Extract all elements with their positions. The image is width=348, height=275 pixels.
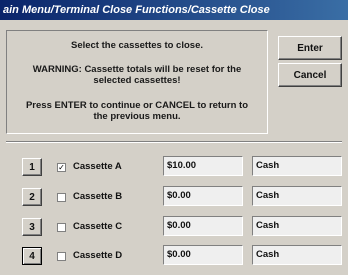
cassette-select-button-3[interactable]: 3: [22, 218, 42, 236]
cassette-select-button-4[interactable]: 4: [22, 247, 42, 265]
cassette-type-field: Cash: [252, 156, 342, 176]
cassette-checkbox-4[interactable]: [57, 252, 66, 261]
cassette-checkbox-3[interactable]: [57, 223, 66, 232]
cassette-select-button-2[interactable]: 2: [22, 188, 42, 206]
cassette-checkbox-1[interactable]: ✓: [57, 163, 66, 172]
section-divider: [6, 141, 342, 143]
cassette-type-field: Cash: [252, 216, 342, 236]
warning-line: WARNING: Cassette totals will be reset f…: [32, 64, 242, 75]
instruction-line: the previous menu.: [93, 111, 181, 122]
enter-button[interactable]: Enter: [278, 36, 342, 60]
cassette-checkbox-2[interactable]: [57, 193, 66, 202]
instruction-panel: Select the cassettes to close. WARNING: …: [6, 30, 268, 134]
cassette-type-field: Cash: [252, 245, 342, 265]
cassette-amount-field: $0.00: [163, 245, 243, 265]
cassette-select-button-1[interactable]: 1: [22, 158, 42, 176]
cassette-label: Cassette B: [73, 191, 123, 202]
cancel-button[interactable]: Cancel: [278, 63, 342, 87]
cassette-amount-field: $0.00: [163, 186, 243, 206]
cassette-label: Cassette C: [73, 221, 123, 232]
window-title-bar: ain Menu/Terminal Close Functions/Casset…: [0, 0, 348, 20]
cassette-label: Cassette A: [73, 161, 122, 172]
cassette-amount-field: $0.00: [163, 216, 243, 236]
instruction-line: Press ENTER to continue or CANCEL to ret…: [25, 100, 249, 111]
cassette-type-field: Cash: [252, 186, 342, 206]
window-title: ain Menu/Terminal Close Functions/Casset…: [3, 4, 270, 16]
cassette-amount-field: $10.00: [163, 156, 243, 176]
instruction-line: Select the cassettes to close.: [70, 40, 203, 51]
cassette-label: Cassette D: [73, 250, 123, 261]
warning-line: selected cassettes!: [93, 75, 181, 86]
